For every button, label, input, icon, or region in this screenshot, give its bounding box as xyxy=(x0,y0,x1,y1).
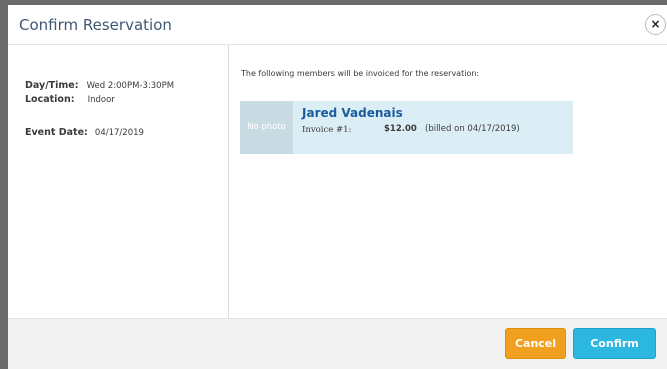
location-value: Indoor xyxy=(87,95,115,105)
invoice-intro-text: The following members will be invoiced f… xyxy=(241,69,480,78)
event-date-row: Event Date: 04/17/2019 xyxy=(25,120,144,139)
location-row: Location: Indoor xyxy=(25,87,115,106)
member-invoice-card: No photo Jared Vadenais Invoice #1: $12.… xyxy=(240,101,573,154)
member-name: Jared Vadenais xyxy=(302,106,403,120)
close-icon[interactable]: × xyxy=(645,14,666,35)
invoice-amount: $12.00 xyxy=(384,124,417,134)
invoice-number-label: Invoice #1: xyxy=(302,125,352,135)
dialog-footer: Cancel Confirm xyxy=(8,318,667,369)
event-date-label: Event Date: xyxy=(25,127,88,138)
event-date-value: 04/17/2019 xyxy=(94,128,144,138)
dialog-title: Confirm Reservation xyxy=(19,16,172,34)
member-photo-placeholder: No photo xyxy=(240,101,293,154)
invoice-billed-note: (billed on 04/17/2019) xyxy=(425,124,520,134)
invoice-panel: The following members will be invoiced f… xyxy=(229,45,667,318)
confirm-button[interactable]: Confirm xyxy=(573,328,656,359)
confirm-reservation-dialog: Confirm Reservation × Day/Time: Wed 2:00… xyxy=(8,5,667,369)
cancel-button[interactable]: Cancel xyxy=(505,328,566,359)
location-label: Location: xyxy=(25,94,75,105)
dialog-header: Confirm Reservation × xyxy=(8,5,667,45)
reservation-details-panel: Day/Time: Wed 2:00PM-3:30PM Location: In… xyxy=(8,45,229,318)
